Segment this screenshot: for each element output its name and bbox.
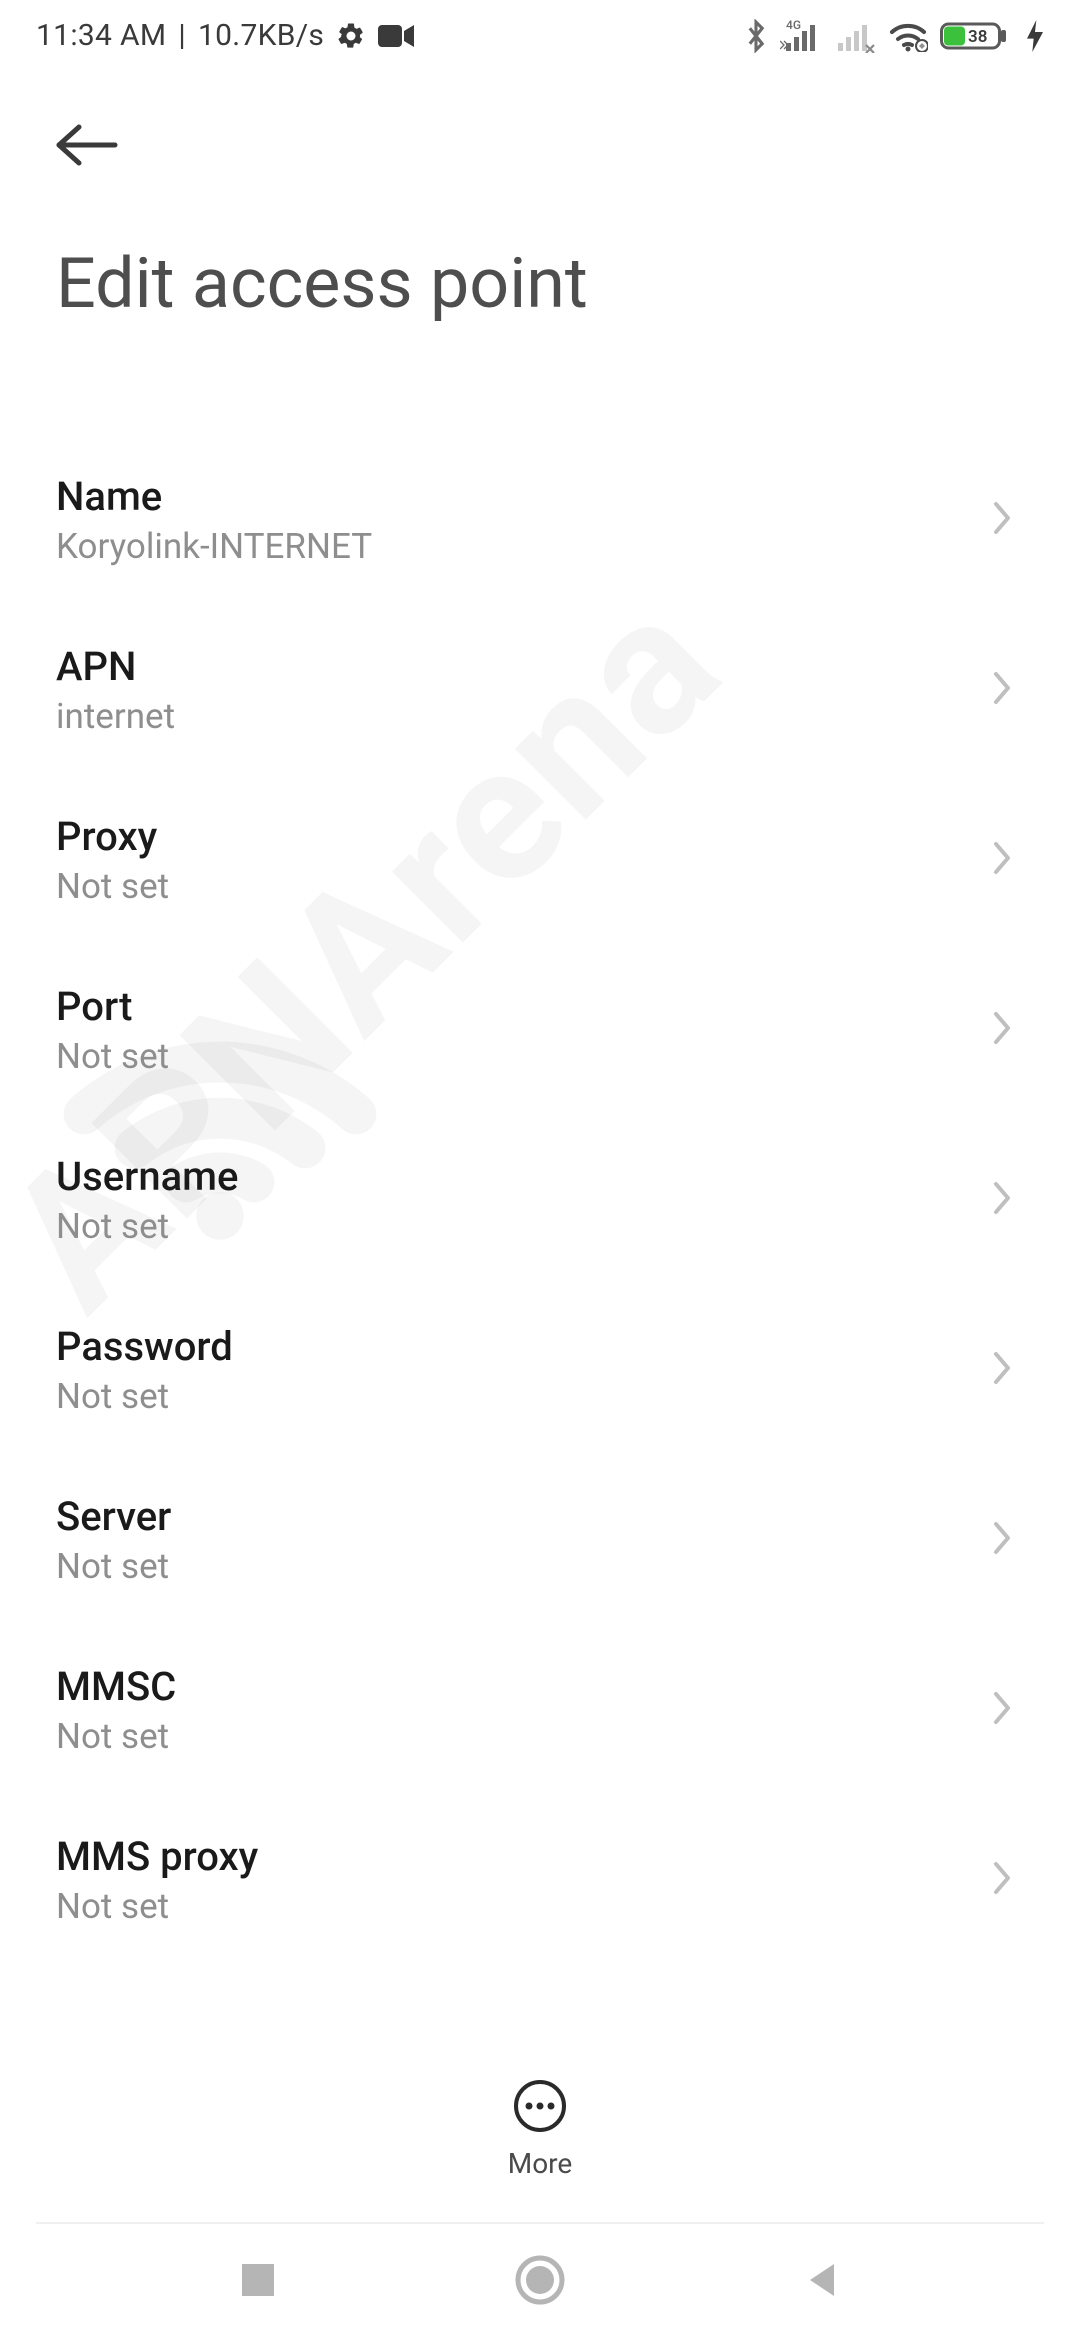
setting-mms-proxy[interactable]: MMS proxy Not set bbox=[56, 1795, 1024, 1965]
status-left: 11:34 AM | 10.7KB/s bbox=[36, 18, 414, 53]
more-label: More bbox=[508, 2147, 573, 2180]
gear-icon bbox=[336, 21, 366, 51]
video-camera-icon bbox=[378, 23, 414, 49]
setting-server[interactable]: Server Not set bbox=[56, 1455, 1024, 1625]
setting-name[interactable]: Name Koryolink-INTERNET bbox=[56, 435, 1024, 605]
nav-home-button[interactable] bbox=[514, 2254, 566, 2310]
status-separator: | bbox=[178, 18, 186, 53]
battery-indicator: 38 bbox=[940, 19, 1014, 53]
setting-value: Not set bbox=[56, 1376, 233, 1417]
wifi-icon bbox=[888, 20, 928, 52]
setting-label: APN bbox=[56, 643, 175, 690]
setting-password[interactable]: Password Not set bbox=[56, 1285, 1024, 1455]
chevron-right-icon bbox=[990, 498, 1014, 542]
signal-4g-icon: 4G bbox=[780, 19, 824, 53]
status-right: 4G bbox=[744, 19, 1044, 53]
setting-port[interactable]: Port Not set bbox=[56, 945, 1024, 1115]
page-title: Edit access point bbox=[56, 243, 1024, 325]
chevron-right-icon bbox=[990, 1518, 1014, 1562]
status-time: 11:34 AM bbox=[36, 18, 166, 53]
chevron-right-icon bbox=[990, 1858, 1014, 1902]
setting-apn[interactable]: APN internet bbox=[56, 605, 1024, 775]
chevron-right-icon bbox=[990, 838, 1014, 882]
status-data-rate: 10.7KB/s bbox=[198, 18, 324, 53]
setting-label: Port bbox=[56, 983, 169, 1030]
setting-value: internet bbox=[56, 696, 175, 737]
chevron-right-icon bbox=[990, 668, 1014, 712]
setting-label: MMSC bbox=[56, 1663, 176, 1710]
signal-no-sim-icon bbox=[836, 19, 876, 53]
setting-value: Not set bbox=[56, 1036, 169, 1077]
circle-icon bbox=[514, 2254, 566, 2310]
nav-recents-button[interactable] bbox=[238, 2260, 278, 2304]
setting-mmsc[interactable]: MMSC Not set bbox=[56, 1625, 1024, 1795]
setting-value: Not set bbox=[56, 866, 169, 907]
square-icon bbox=[238, 2260, 278, 2304]
setting-username[interactable]: Username Not set bbox=[56, 1115, 1024, 1285]
back-arrow-icon bbox=[53, 122, 119, 172]
more-dots-icon bbox=[513, 2118, 567, 2137]
svg-text:38: 38 bbox=[968, 27, 987, 47]
settings-list: Name Koryolink-INTERNET APN internet Pro… bbox=[0, 435, 1080, 1965]
setting-value: Not set bbox=[56, 1546, 171, 1587]
navigation-bar bbox=[0, 2224, 1080, 2340]
setting-proxy[interactable]: Proxy Not set bbox=[56, 775, 1024, 945]
triangle-left-icon bbox=[802, 2260, 842, 2304]
setting-label: Proxy bbox=[56, 813, 169, 860]
header: Edit access point bbox=[0, 67, 1080, 325]
setting-value: Not set bbox=[56, 1716, 176, 1757]
back-button[interactable] bbox=[56, 117, 116, 177]
setting-value: Not set bbox=[56, 1886, 258, 1927]
setting-label: MMS proxy bbox=[56, 1833, 258, 1880]
setting-label: Username bbox=[56, 1153, 238, 1200]
chevron-right-icon bbox=[990, 1348, 1014, 1392]
setting-label: Password bbox=[56, 1323, 233, 1370]
more-button[interactable] bbox=[513, 2079, 567, 2133]
setting-label: Name bbox=[56, 473, 372, 520]
bluetooth-icon bbox=[744, 19, 768, 53]
chevron-right-icon bbox=[990, 1008, 1014, 1052]
chevron-right-icon bbox=[990, 1178, 1014, 1222]
charging-bolt-icon bbox=[1026, 20, 1044, 52]
setting-label: Server bbox=[56, 1493, 171, 1540]
nav-back-button[interactable] bbox=[802, 2260, 842, 2304]
status-bar: 11:34 AM | 10.7KB/s bbox=[0, 0, 1080, 67]
setting-value: Not set bbox=[56, 1206, 238, 1247]
svg-text:4G: 4G bbox=[786, 19, 801, 32]
chevron-right-icon bbox=[990, 1688, 1014, 1732]
setting-value: Koryolink-INTERNET bbox=[56, 526, 372, 567]
more-bar: More bbox=[0, 2079, 1080, 2180]
